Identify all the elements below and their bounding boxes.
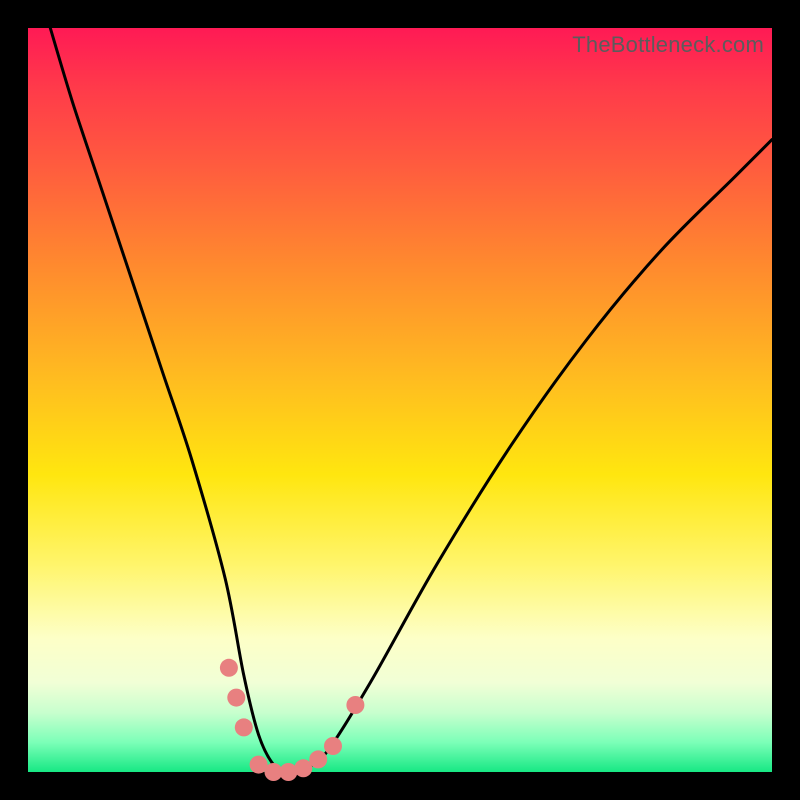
curve-marker [346, 696, 364, 714]
curve-markers [220, 659, 365, 781]
plot-area: TheBottleneck.com [28, 28, 772, 772]
watermark-text: TheBottleneck.com [572, 32, 764, 58]
curve-marker [227, 689, 245, 707]
curve-marker [235, 718, 253, 736]
bottleneck-curve [50, 28, 772, 772]
curve-marker [324, 737, 342, 755]
chart-frame: TheBottleneck.com [0, 0, 800, 800]
chart-svg [28, 28, 772, 772]
curve-marker [220, 659, 238, 677]
curve-marker [309, 750, 327, 768]
